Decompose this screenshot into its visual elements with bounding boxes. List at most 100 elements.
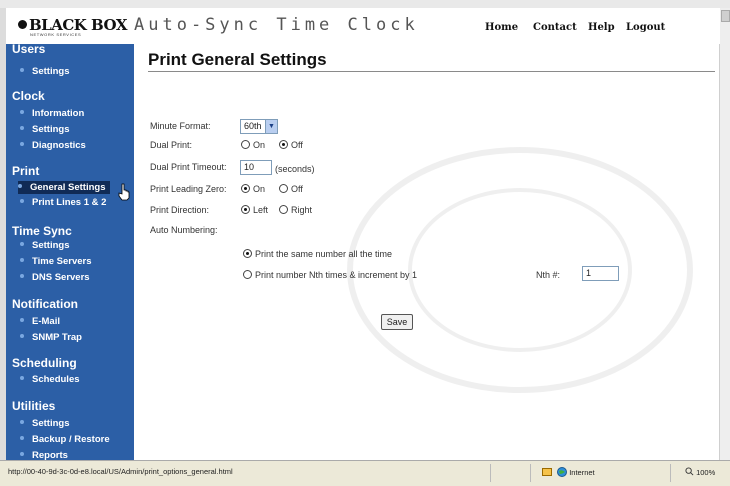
sidebar-item-snmp-trap[interactable]: SNMP Trap (20, 332, 82, 343)
chevron-down-icon[interactable]: ▼ (265, 120, 277, 133)
sidebar-item-print-lines[interactable]: Print Lines 1 & 2 (20, 197, 106, 208)
dual-print-label: Dual Print: (150, 140, 193, 150)
sidebar-item-label: Settings (32, 240, 70, 251)
sidebar-item-label: General Settings (30, 182, 106, 193)
bullet-icon (20, 376, 24, 380)
sidebar-item-backup-restore[interactable]: Backup / Restore (20, 434, 110, 445)
sidebar-section-notification: Notification (12, 297, 78, 311)
zone-label: Internet (569, 468, 595, 477)
leading-zero-off-label: Off (291, 184, 303, 194)
status-divider (670, 464, 671, 482)
sidebar-item-schedules[interactable]: Schedules (20, 374, 80, 385)
sidebar-item-users-settings[interactable]: Settings (20, 66, 69, 77)
auto-numbering-label: Auto Numbering: (150, 225, 218, 235)
sidebar-item-clock-settings[interactable]: Settings (20, 124, 69, 135)
leading-zero-off-option[interactable]: Off (279, 184, 303, 194)
zoom-level[interactable]: 100% (685, 467, 715, 477)
page-header: BLACK BOX NETWORK SERVICES Auto-Sync Tim… (6, 8, 720, 44)
browser-status-bar: http://00-40-9d-3c-0d-e8.local/US/Admin/… (0, 460, 730, 486)
radio-button[interactable] (241, 140, 250, 149)
nth-label: Nth #: (536, 270, 561, 280)
radio-button[interactable] (279, 140, 288, 149)
sidebar-item-dns-servers[interactable]: DNS Servers (20, 272, 90, 283)
vertical-scrollbar[interactable] (719, 8, 730, 460)
direction-left-label: Left (253, 205, 269, 215)
leading-zero-on-label: On (253, 184, 266, 194)
status-url: http://00-40-9d-3c-0d-e8.local/US/Admin/… (8, 467, 233, 476)
direction-right-option[interactable]: Right (279, 205, 312, 215)
logo-subtext: NETWORK SERVICES (30, 32, 82, 37)
minute-format-value: 60th (244, 121, 262, 131)
auto-numbering-nth-option[interactable]: Print number Nth times & increment by 1 (243, 270, 417, 280)
sidebar-section-scheduling: Scheduling (12, 356, 77, 370)
dual-print-on-option[interactable]: On (241, 140, 265, 150)
bullet-icon (18, 184, 22, 188)
radio-button[interactable] (243, 270, 252, 279)
brand-logo: BLACK BOX NETWORK SERVICES (18, 16, 128, 40)
security-zone: Internet (542, 467, 595, 477)
sidebar-item-label: Information (32, 108, 85, 119)
bullet-icon (20, 420, 24, 424)
nav-help-link[interactable]: Help (588, 22, 615, 33)
direction-right-label: Right (291, 205, 313, 215)
bullet-icon (20, 274, 24, 278)
dual-print-on-label: On (253, 140, 266, 150)
magnifier-icon (685, 467, 694, 476)
radio-button[interactable] (243, 249, 252, 258)
radio-button[interactable] (279, 205, 288, 214)
sidebar-item-label: DNS Servers (32, 272, 90, 283)
nav-contact-link[interactable]: Contact (533, 22, 577, 33)
sidebar-item-time-sync-settings[interactable]: Settings (20, 240, 69, 251)
radio-button[interactable] (279, 184, 288, 193)
sidebar-item-label: Time Servers (32, 256, 92, 267)
title-divider (148, 71, 715, 72)
sidebar-item-label: Settings (32, 124, 70, 135)
hand-cursor-icon (118, 183, 130, 201)
sidebar-item-label: Diagnostics (32, 140, 86, 151)
sidebar: Users Settings Clock Information Setting… (6, 42, 134, 461)
dual-print-timeout-input[interactable]: 10 (240, 160, 272, 175)
leading-zero-on-option[interactable]: On (241, 184, 265, 194)
popup-blocker-icon[interactable] (542, 467, 552, 477)
sidebar-item-label: Backup / Restore (32, 434, 110, 445)
bullet-icon (20, 199, 24, 203)
print-leading-zero-label: Print Leading Zero: (150, 184, 227, 194)
minute-format-label: Minute Format: (150, 121, 211, 131)
nav-home-link[interactable]: Home (485, 22, 518, 33)
auto-numbering-same-label: Print the same number all the time (255, 249, 393, 259)
sidebar-section-users: Users (12, 42, 46, 56)
radio-button[interactable] (241, 184, 250, 193)
direction-left-option[interactable]: Left (241, 205, 268, 215)
zoom-value: 100% (696, 468, 716, 477)
sidebar-item-label: Settings (32, 418, 70, 429)
dual-print-timeout-label: Dual Print Timeout: (150, 162, 227, 172)
sidebar-item-email[interactable]: E-Mail (20, 316, 60, 327)
sidebar-item-label: Schedules (32, 374, 80, 385)
status-divider (530, 464, 531, 482)
radio-button[interactable] (241, 205, 250, 214)
sidebar-item-utilities-settings[interactable]: Settings (20, 418, 69, 429)
bullet-icon (20, 318, 24, 322)
sidebar-item-label: Settings (32, 66, 70, 77)
bullet-icon (20, 258, 24, 262)
nth-value: 1 (586, 268, 592, 278)
sidebar-item-label: E-Mail (32, 316, 60, 327)
sidebar-item-label: Print Lines 1 & 2 (32, 197, 107, 208)
sidebar-item-label: SNMP Trap (32, 332, 82, 343)
sidebar-section-clock: Clock (12, 89, 45, 103)
app-title: Auto-Sync Time Clock (134, 15, 419, 35)
auto-numbering-nth-label: Print number Nth times & increment by 1 (255, 270, 418, 280)
sidebar-item-clock-diagnostics[interactable]: Diagnostics (20, 140, 86, 151)
auto-numbering-same-option[interactable]: Print the same number all the time (243, 249, 392, 259)
minute-format-select[interactable]: 60th ▼ (240, 119, 278, 134)
sidebar-item-clock-information[interactable]: Information (20, 108, 84, 119)
sidebar-item-time-servers[interactable]: Time Servers (20, 256, 92, 267)
nav-logout-link[interactable]: Logout (626, 22, 665, 33)
nth-input[interactable]: 1 (582, 266, 619, 281)
sidebar-section-print: Print (12, 164, 40, 178)
save-button[interactable]: Save (381, 314, 413, 330)
scrollbar-thumb[interactable] (721, 10, 730, 22)
dual-print-off-option[interactable]: Off (279, 140, 303, 150)
sidebar-item-print-general-settings[interactable]: General Settings (18, 181, 110, 194)
bullet-icon (20, 334, 24, 338)
